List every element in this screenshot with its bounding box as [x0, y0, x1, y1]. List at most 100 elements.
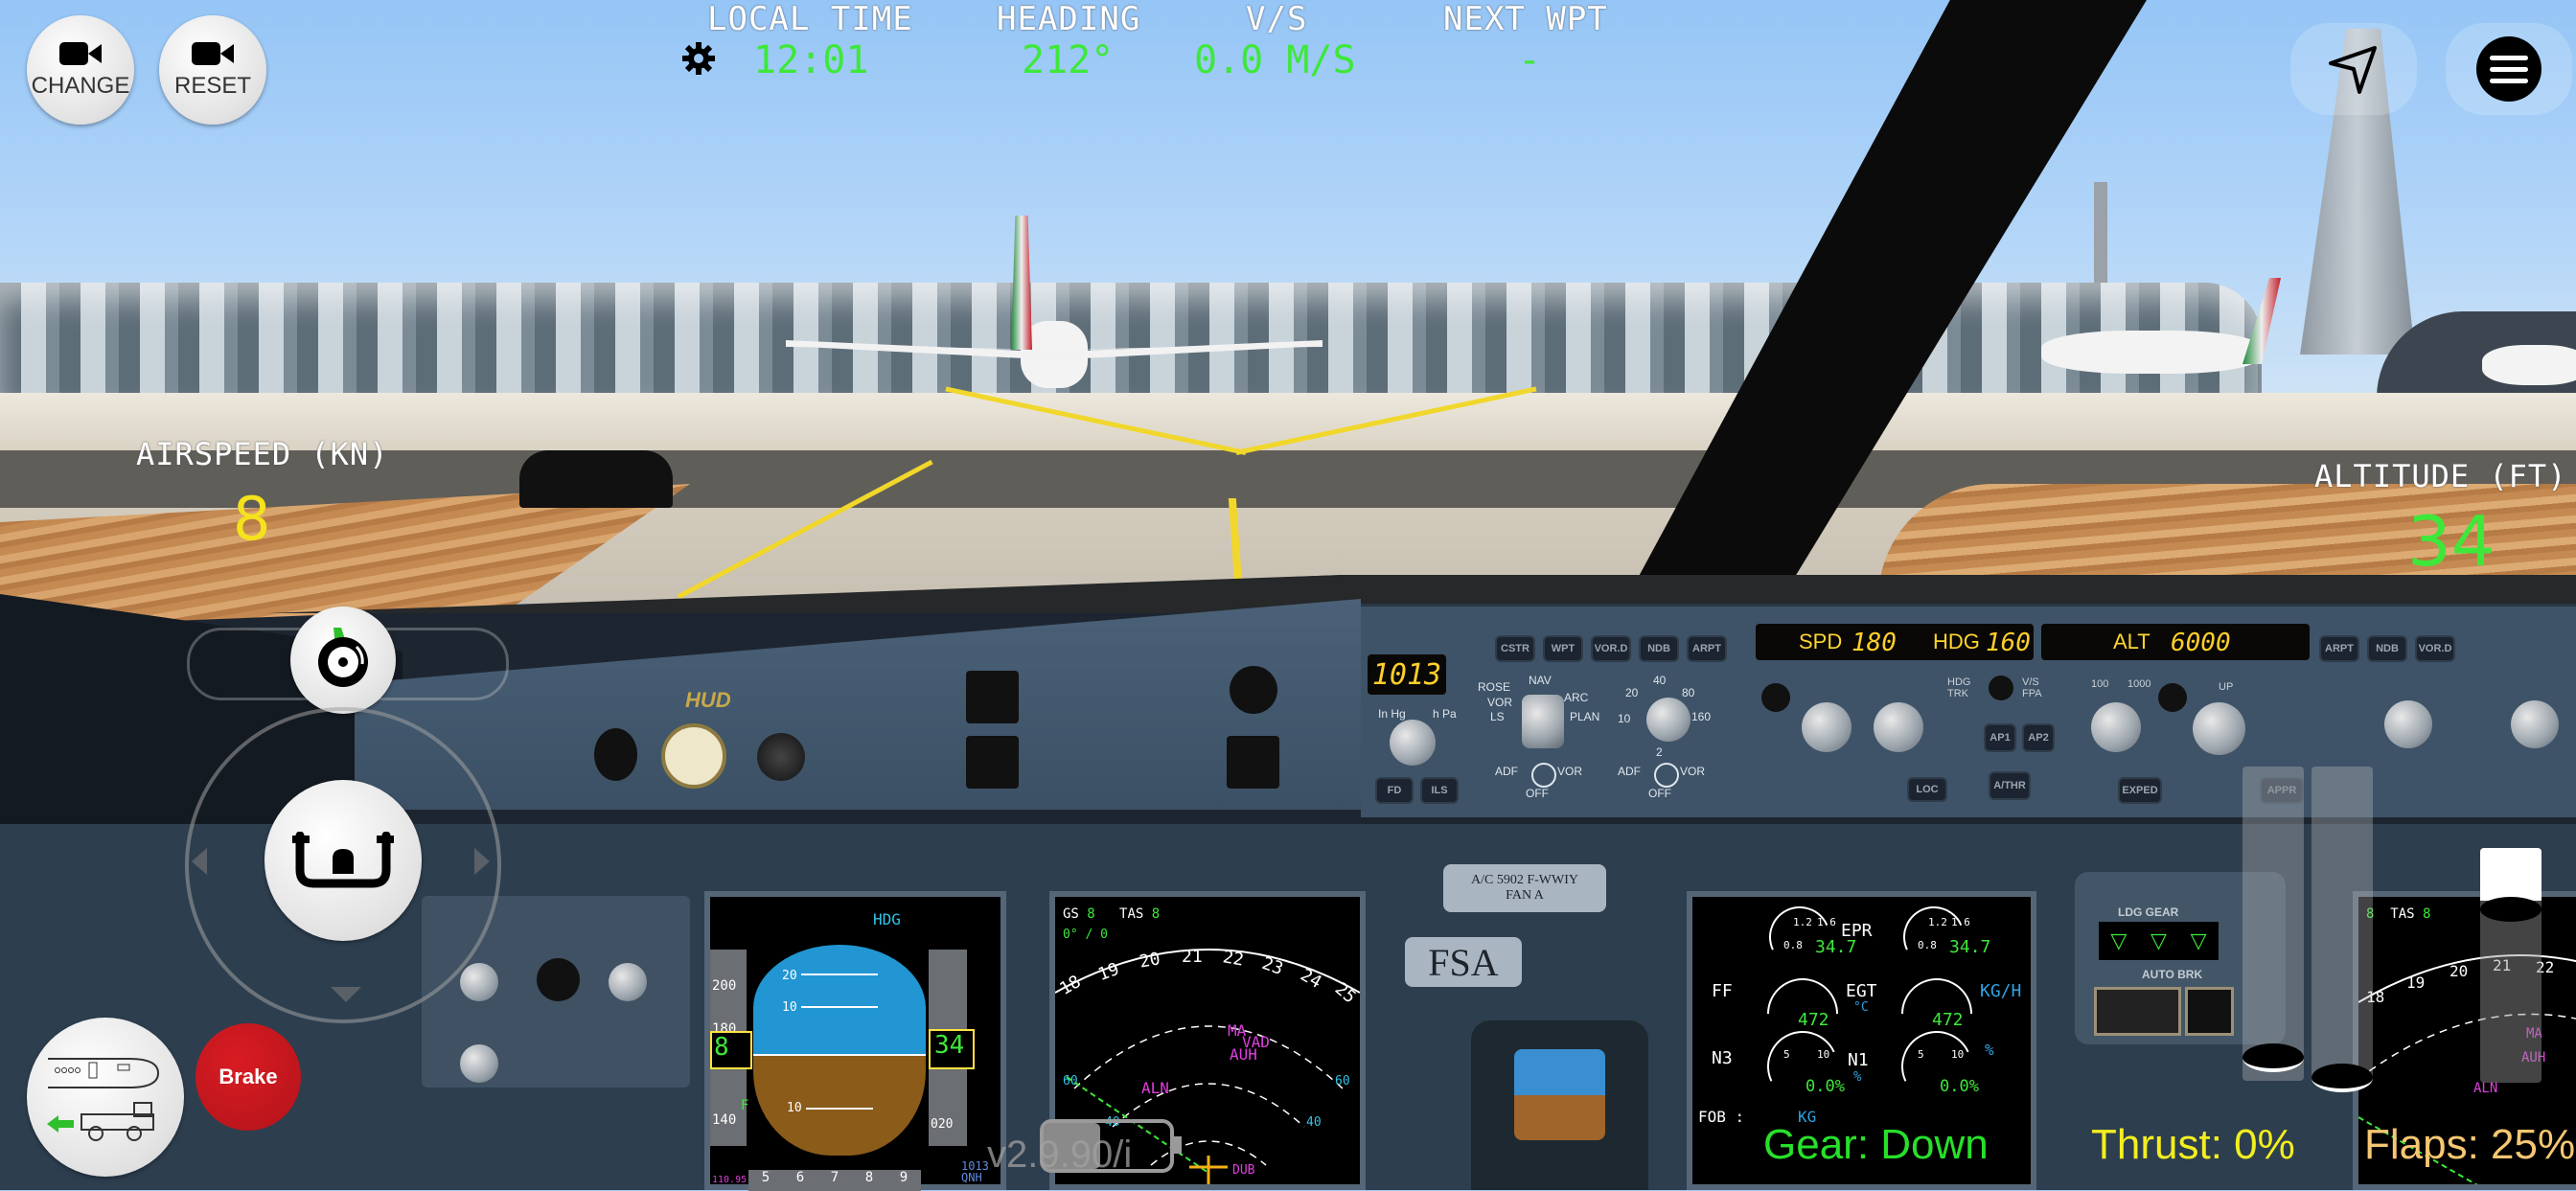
altitude-knob[interactable] [2091, 702, 2141, 752]
yoke-icon [292, 832, 394, 888]
next-wpt-value: - [1518, 38, 1542, 82]
panel-switch-3[interactable] [1227, 736, 1279, 789]
side-panel-knob-1[interactable] [460, 963, 498, 1001]
epr-tick: 1.2 [1928, 916, 1947, 928]
pitch-10-label: 10 [782, 1000, 797, 1015]
navigation-button[interactable] [2290, 23, 2417, 115]
speed-knob[interactable] [1802, 702, 1852, 752]
throttle-slider-handle[interactable] [2242, 1043, 2304, 1072]
efis-ndb-button[interactable]: NDB [1639, 635, 1679, 662]
side-panel-button[interactable] [537, 958, 580, 1001]
spd-hdg-display: SPD 180 HDG 160 [1756, 624, 2034, 660]
hdg-tick: 6 [795, 1170, 805, 1185]
side-panel-knob-2[interactable] [609, 963, 647, 1001]
right-efis-ndb-button[interactable]: NDB [2367, 635, 2407, 662]
panel-switch-2[interactable] [966, 736, 1019, 789]
vor1-label: VOR [1557, 765, 1583, 778]
efis-cstr-button[interactable]: CSTR [1495, 635, 1535, 662]
right-efis-vord-button[interactable]: VOR.D [2415, 635, 2455, 662]
waypoint-dub: DUB [1232, 1163, 1255, 1178]
panel-button-round[interactable] [1230, 666, 1277, 714]
baro-inhg-label: In Hg [1378, 707, 1406, 721]
range-10-label: 10 [1618, 712, 1631, 725]
spd-mach-button[interactable] [1761, 683, 1790, 712]
ground-equipment [519, 450, 673, 508]
fob-label: FOB : [1698, 1108, 1745, 1126]
pfd-qnh: 1013 QNH [961, 1160, 989, 1183]
hud-toggle-switch[interactable] [594, 728, 637, 781]
ap1-button[interactable]: AP1 [1984, 723, 2016, 752]
athr-button[interactable]: A/THR [1989, 771, 2031, 800]
n-tick: 10 [1817, 1048, 1830, 1061]
nd-range-selector[interactable] [1646, 698, 1690, 742]
efis-vord-button[interactable]: VOR.D [1591, 635, 1631, 662]
baro-display: 1013 [1368, 654, 1446, 695]
reset-camera-button[interactable]: RESET [159, 15, 266, 125]
hdg-vs-trk-fpa-button[interactable] [1989, 676, 2013, 700]
thrust-status: Thrust: 0% [2091, 1121, 2295, 1168]
fo-compass-19: 19 [2406, 973, 2426, 992]
efis-arpt-button[interactable]: ARPT [1687, 635, 1727, 662]
ff-label: FF [1712, 981, 1733, 1001]
local-time-value: 12:01 [753, 38, 869, 82]
menu-button[interactable] [2446, 23, 2572, 115]
flight-control-unit: 1013 CSTR WPT VOR.D NDB ARPT In Hg h Pa … [1361, 604, 2576, 817]
hud-button[interactable] [757, 733, 805, 781]
settings-button[interactable] [682, 42, 715, 75]
yoke-control-button[interactable] [264, 780, 422, 941]
epr-tick: 0.8 [1918, 939, 1937, 951]
brake-button[interactable]: Brake [196, 1023, 301, 1131]
heading-knob[interactable] [1874, 702, 1923, 752]
hdg-value: 160 [1986, 629, 2031, 657]
reverse-thrust-slider-track[interactable] [2312, 767, 2373, 1092]
spd-value: 180 [1852, 629, 1897, 657]
range-20-label: 20 [1625, 686, 1639, 699]
pushback-button[interactable] [27, 1018, 184, 1177]
change-camera-button[interactable]: CHANGE [27, 15, 134, 125]
exped-button[interactable]: EXPED [2118, 777, 2162, 804]
fd-button[interactable]: FD [1375, 777, 1414, 804]
metric-alt-button[interactable] [2158, 683, 2187, 712]
flaps-slider-handle[interactable] [2480, 896, 2542, 922]
adf2-label: ADF [1618, 765, 1641, 778]
range-ring [1073, 1025, 1344, 1089]
flaps-slider-track[interactable] [2480, 848, 2542, 1083]
efis-wpt-button[interactable]: WPT [1543, 635, 1583, 662]
distant-tower [2094, 182, 2107, 287]
side-panel-knob-3[interactable] [460, 1044, 498, 1083]
gear-indicators: ▽ ▽ ▽ [2099, 922, 2219, 960]
efis-buttons: CSTR WPT VOR.D NDB ARPT [1495, 635, 1727, 662]
right-mode-selector[interactable] [2511, 700, 2559, 748]
gear-indicator-left: ▽ [2110, 928, 2128, 952]
altitude-label: ALTITUDE (FT) [2314, 458, 2567, 494]
navigation-arrow-icon [2329, 46, 2377, 94]
hdg-trk-label: HDG TRK [1947, 676, 1971, 699]
vs-knob[interactable] [2193, 702, 2245, 755]
adf-vor-2-switch[interactable] [1654, 763, 1679, 788]
off1-label: OFF [1526, 787, 1549, 800]
pushback-tug-icon [47, 1058, 160, 1141]
view-toggle-button[interactable] [290, 607, 396, 714]
right-range-selector[interactable] [2384, 700, 2432, 748]
n-unit-right: % [1985, 1041, 1994, 1059]
loc-button[interactable]: LOC [1907, 777, 1947, 802]
autobrake-max-button[interactable] [2185, 987, 2234, 1036]
ap2-button[interactable]: AP2 [2022, 723, 2055, 752]
baro-knob[interactable] [1390, 720, 1436, 766]
panel-switch-1[interactable] [966, 671, 1019, 723]
ils-button[interactable]: ILS [1420, 777, 1459, 804]
n3-value: 0.0% [1806, 1077, 1845, 1096]
alt-step-1000: 1000 [2128, 678, 2151, 690]
autobrake-lo-med-button[interactable] [2094, 987, 2181, 1036]
airplane-parked [2482, 345, 2576, 385]
mode-vor-label: VOR [1487, 696, 1513, 709]
nd-mode-selector[interactable] [1522, 695, 1564, 748]
baro-hpa-label: h Pa [1433, 707, 1457, 721]
speed-tick-140: 140 [712, 1112, 737, 1128]
hud-brightness-knob[interactable] [661, 723, 726, 789]
reverse-thrust-handle[interactable] [2312, 1064, 2373, 1092]
adf-vor-1-switch[interactable] [1531, 763, 1556, 788]
n-tick: 5 [1783, 1048, 1790, 1061]
right-efis-arpt-button[interactable]: ARPT [2319, 635, 2359, 662]
throttle-slider-track[interactable] [2242, 767, 2304, 1081]
